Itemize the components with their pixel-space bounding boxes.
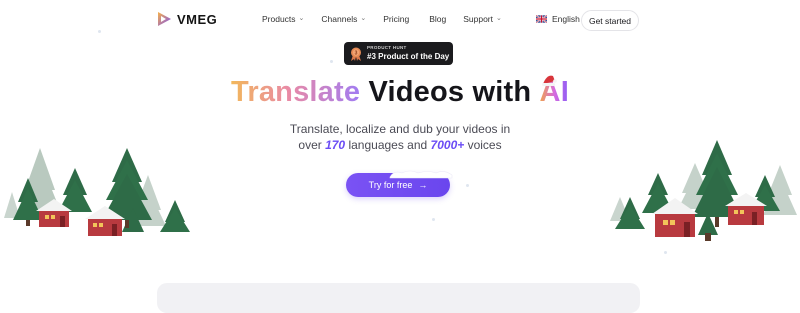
vmeg-logo-icon (158, 12, 171, 26)
snowflake-decoration (664, 251, 667, 254)
badge-caption: PRODUCT HUNT (367, 45, 407, 51)
winter-scene-left-illustration (4, 148, 190, 236)
nav-item-label: Blog (429, 14, 447, 24)
sub-text: voices (467, 138, 502, 152)
brand-name: VMEG (177, 11, 218, 27)
nav-item-pricing[interactable]: Pricing (383, 14, 409, 24)
top-navigation: VMEG Products ⌄ Channels ⌄ Pricing Blog … (0, 0, 800, 40)
hero-title-highlight: Translate (231, 76, 361, 108)
snowflake-decoration (466, 184, 469, 187)
nav-item-label: Support (463, 14, 493, 24)
language-selector[interactable]: English (536, 14, 580, 24)
product-hunt-badge[interactable]: 3 PRODUCT HUNT #3 Product of the Day (344, 42, 453, 65)
voices-count: 7000+ (430, 138, 465, 152)
nav-item-label: Channels (321, 14, 358, 24)
sub-text: languages and (348, 138, 428, 152)
svg-text:3: 3 (355, 50, 358, 56)
nav-item-label: Products (262, 14, 296, 24)
preview-panel (157, 283, 640, 313)
santa-hat-icon (541, 75, 557, 86)
cta-label: Try for free (368, 180, 413, 190)
hero-title-ai-wrap: AI (540, 75, 569, 109)
main-menu: Products ⌄ Channels ⌄ Pricing Blog Suppo… (262, 14, 502, 24)
chevron-down-icon: ⌄ (360, 15, 367, 22)
hero-title: Translate Videos with AI (0, 75, 800, 109)
snow-cap-decoration (389, 170, 453, 179)
chevron-down-icon: ⌄ (298, 15, 305, 22)
get-started-button[interactable]: Get started (581, 10, 639, 31)
brand-logo[interactable]: VMEG (157, 11, 217, 27)
chevron-down-icon: ⌄ (496, 15, 502, 22)
nav-item-support[interactable]: Support ⌄ (463, 14, 502, 24)
medal-icon: 3 (351, 47, 361, 61)
snowflake-decoration (432, 218, 435, 221)
nav-item-blog[interactable]: Blog (429, 14, 446, 24)
hero-title-main: Videos with (368, 76, 532, 108)
uk-flag-icon (536, 15, 547, 23)
nav-item-channels[interactable]: Channels ⌄ (321, 14, 366, 24)
languages-count: 170 (325, 138, 346, 152)
badge-title: #3 Product of the Day (367, 51, 450, 61)
snowflake-decoration (98, 30, 101, 33)
snowflake-decoration (330, 60, 333, 63)
winter-scene-right-illustration (610, 140, 797, 241)
nav-item-products[interactable]: Products ⌄ (262, 14, 304, 24)
nav-item-label: Pricing (383, 14, 410, 24)
arrow-right-icon: → (418, 180, 428, 190)
sub-text: over (298, 138, 322, 152)
language-label: English (552, 14, 580, 24)
